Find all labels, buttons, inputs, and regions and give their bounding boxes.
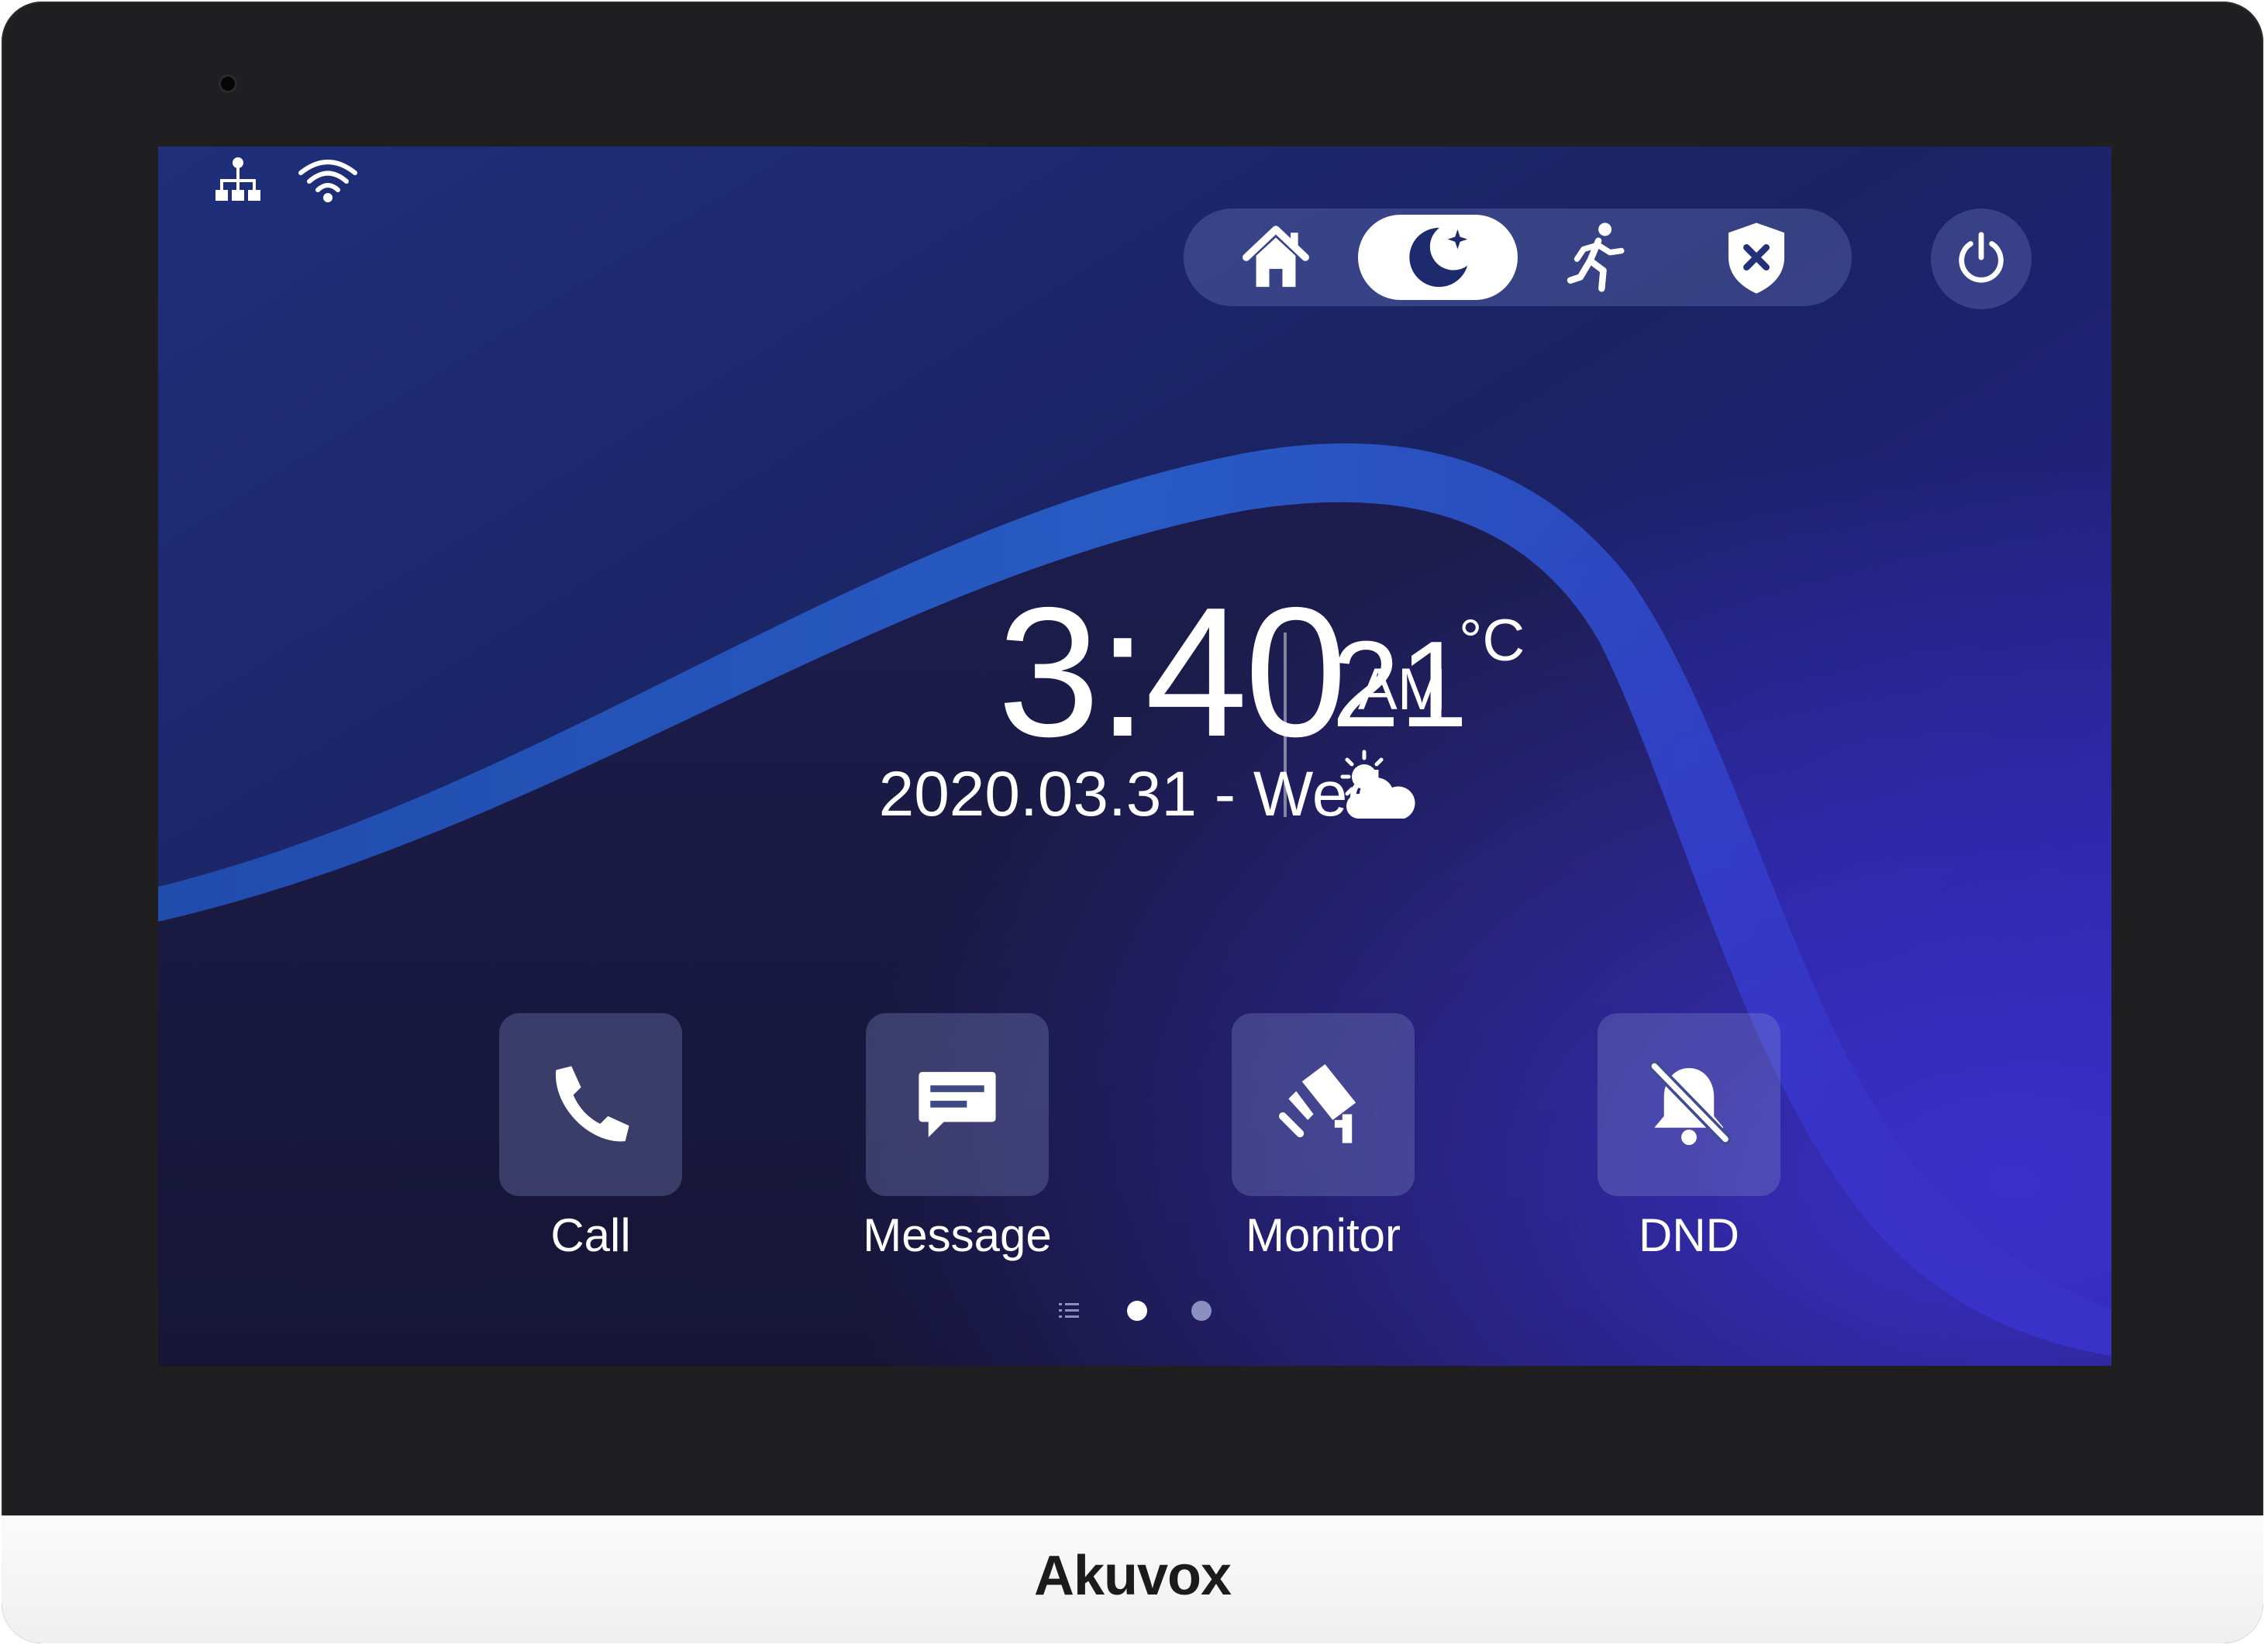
call-button[interactable] bbox=[499, 1013, 682, 1196]
wifi-icon bbox=[298, 160, 357, 202]
night-moon-icon bbox=[1409, 227, 1468, 288]
monitor-button[interactable] bbox=[1232, 1013, 1415, 1196]
clock-time: 3:40 bbox=[997, 570, 1347, 775]
partly-cloudy-icon bbox=[1340, 750, 1415, 819]
mode-disarm-button[interactable] bbox=[1677, 215, 1836, 300]
arming-mode-bar bbox=[1184, 209, 1852, 306]
message-icon bbox=[919, 1071, 996, 1138]
dnd-label: DND bbox=[1639, 1209, 1739, 1261]
network-icon bbox=[215, 157, 260, 201]
brand-logo: Akuvox bbox=[1033, 1545, 1232, 1607]
mode-away-button[interactable] bbox=[1517, 215, 1677, 300]
clock-weather-divider bbox=[1284, 633, 1287, 817]
device-frame: 3:40 AM 2020.03.31 - Wed 21 °C Call Mess… bbox=[2, 2, 2263, 1643]
power-button[interactable] bbox=[1931, 209, 2032, 309]
mode-home-button[interactable] bbox=[1196, 215, 1356, 300]
front-camera bbox=[221, 77, 235, 91]
temperature-unit: °C bbox=[1459, 608, 1525, 674]
list-view-icon[interactable] bbox=[1057, 1300, 1081, 1322]
message-label: Message bbox=[863, 1209, 1052, 1261]
power-icon bbox=[1959, 232, 2004, 283]
call-label: Call bbox=[550, 1209, 631, 1261]
bell-off-icon bbox=[1648, 1060, 1732, 1146]
dnd-button[interactable] bbox=[1598, 1013, 1780, 1196]
phone-icon bbox=[556, 1066, 629, 1142]
temperature: 21 bbox=[1332, 616, 1468, 753]
clock-date: 2020.03.31 - Wed bbox=[878, 759, 1383, 829]
page-dot-1[interactable] bbox=[1127, 1301, 1147, 1321]
home-icon bbox=[1243, 226, 1309, 288]
message-button[interactable] bbox=[866, 1013, 1049, 1196]
mode-night-button[interactable] bbox=[1358, 215, 1518, 300]
away-running-icon bbox=[1567, 222, 1625, 292]
camera-icon bbox=[1278, 1064, 1356, 1143]
monitor-label: Monitor bbox=[1245, 1209, 1401, 1261]
screen: 3:40 AM 2020.03.31 - Wed 21 °C Call Mess… bbox=[158, 147, 2111, 1366]
disarm-shield-icon bbox=[1728, 222, 1785, 294]
page-dot-2[interactable] bbox=[1191, 1301, 1212, 1321]
